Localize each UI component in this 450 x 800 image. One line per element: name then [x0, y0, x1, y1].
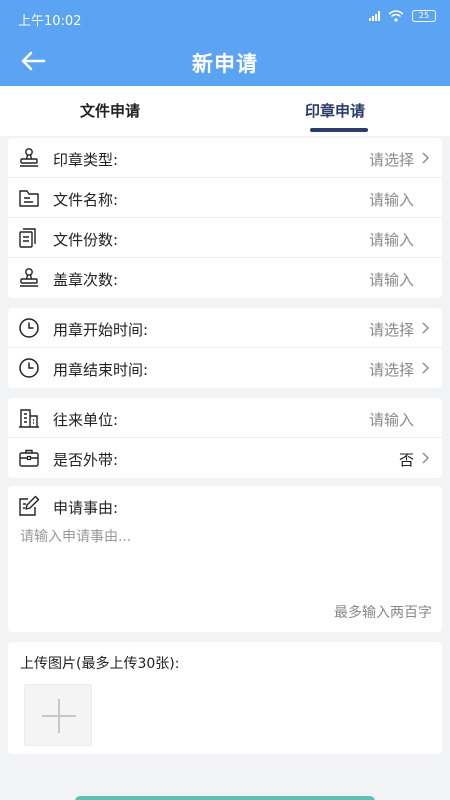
seal-type-row[interactable]: 印章类型: 请选择 [8, 138, 442, 178]
file-copies-input[interactable]: 请输入 [369, 229, 414, 250]
seal-type-value: 请选择 [368, 151, 414, 169]
reason-label: 申请事由: [53, 499, 119, 517]
battery-icon: 25 [412, 10, 436, 22]
copies-icon [19, 228, 36, 248]
submit-button[interactable] [75, 796, 375, 800]
status-time: 上午10:02 [18, 14, 82, 29]
take-out-label: 是否外带: [53, 451, 119, 469]
status-bar: 上午10:02 25 [0, 0, 450, 36]
reason-textarea[interactable]: 请输入申请事由... [20, 526, 131, 546]
plus-icon [42, 699, 76, 733]
end-time-label: 用章结束时间: [53, 361, 149, 379]
end-time-value: 请选择 [368, 361, 414, 379]
edit-icon [19, 495, 40, 516]
counterparty-input[interactable]: 请输入 [369, 409, 414, 430]
start-time-value: 请选择 [368, 321, 414, 339]
tab-bar: 文件申请 印章申请 [0, 86, 450, 136]
reason-limit-hint: 最多输入两百字 [334, 605, 432, 621]
clock-icon [19, 318, 39, 338]
status-icons: 25 [369, 10, 436, 22]
chevron-right-icon [422, 322, 429, 334]
form-group-seal-info: 印章类型: 请选择 文件名称: 请输入 文件份数: 请输入 盖章次数: 请输入 [8, 138, 442, 298]
take-out-row[interactable]: 是否外带: 否 [8, 438, 442, 478]
active-tab-indicator [310, 128, 368, 132]
stamp-icon [20, 148, 38, 167]
file-copies-row[interactable]: 文件份数: 请输入 [8, 218, 442, 258]
folder-icon [19, 190, 39, 207]
stamp-count-label: 盖章次数: [53, 271, 119, 289]
upload-section: 上传图片(最多上传30张): [8, 642, 442, 754]
start-time-label: 用章开始时间: [53, 321, 149, 339]
building-icon [19, 409, 39, 428]
chevron-right-icon [422, 152, 429, 164]
form-group-external: 往来单位: 请输入 是否外带: 否 [8, 398, 442, 478]
page-title: 新申请 [192, 52, 258, 76]
file-copies-label: 文件份数: [53, 231, 119, 249]
file-name-row[interactable]: 文件名称: 请输入 [8, 178, 442, 218]
briefcase-icon [19, 449, 39, 467]
stamp-count-row[interactable]: 盖章次数: 请输入 [8, 258, 442, 298]
counterparty-row[interactable]: 往来单位: 请输入 [8, 398, 442, 438]
seal-type-label: 印章类型: [53, 151, 119, 169]
chevron-right-icon [422, 452, 429, 464]
end-time-row[interactable]: 用章结束时间: 请选择 [8, 348, 442, 388]
signal-icon [369, 11, 380, 21]
tab-file-application[interactable]: 文件申请 [80, 100, 140, 121]
counterparty-label: 往来单位: [53, 411, 119, 429]
wifi-icon [388, 10, 404, 22]
start-time-row[interactable]: 用章开始时间: 请选择 [8, 308, 442, 348]
file-name-label: 文件名称: [53, 191, 119, 209]
reason-section: 申请事由: 请输入申请事由... 最多输入两百字 [8, 486, 442, 632]
clock-icon [19, 358, 39, 378]
upload-label: 上传图片(最多上传30张): [20, 656, 180, 672]
form-group-time: 用章开始时间: 请选择 用章结束时间: 请选择 [8, 308, 442, 388]
stamp-count-input[interactable]: 请输入 [369, 269, 414, 290]
stamp-icon [20, 268, 38, 287]
app-bar: 新申请 [0, 36, 450, 86]
tab-seal-application[interactable]: 印章申请 [305, 100, 365, 121]
file-name-input[interactable]: 请输入 [369, 189, 414, 210]
take-out-value: 否 [398, 451, 414, 469]
add-image-button[interactable] [24, 684, 92, 746]
chevron-right-icon [422, 362, 429, 374]
